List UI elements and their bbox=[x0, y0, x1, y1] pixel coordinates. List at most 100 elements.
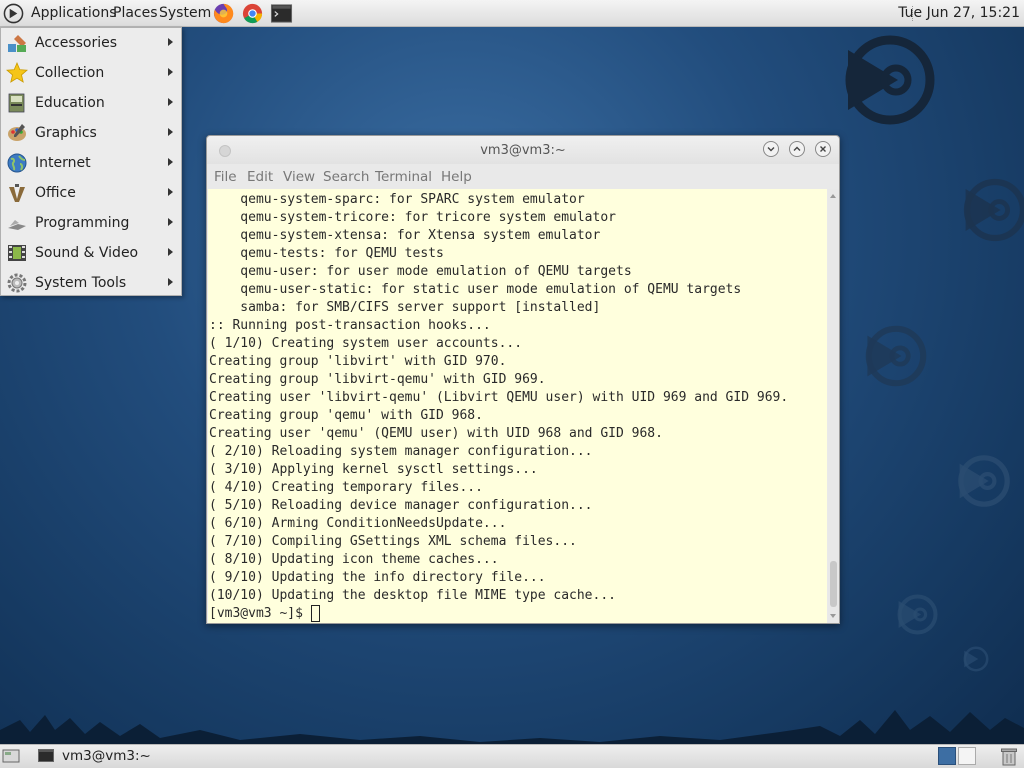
menu-item-label: Sound & Video bbox=[35, 245, 139, 261]
terminal-line: Creating group 'qemu' with GID 968. bbox=[209, 408, 483, 423]
menu-item-label: Internet bbox=[35, 155, 91, 171]
desktop-logo-icon bbox=[897, 594, 938, 635]
workspace-1[interactable] bbox=[938, 747, 956, 765]
terminal-window[interactable]: vm3@vm3:~ File Edit View Search Terminal… bbox=[206, 135, 840, 624]
distro-logo-icon[interactable] bbox=[3, 3, 24, 24]
terminal-line: ( 5/10) Reloading device manager configu… bbox=[209, 498, 593, 513]
terminal-line: ( 8/10) Updating icon theme caches... bbox=[209, 552, 499, 567]
terminal-line: (10/10) Updating the desktop file MIME t… bbox=[209, 588, 616, 603]
desktop-logo-icon bbox=[963, 178, 1024, 242]
taskbar-item-label: vm3@vm3:~ bbox=[62, 748, 151, 764]
menu-help[interactable]: Help bbox=[441, 169, 472, 185]
terminal-line: Creating user 'libvirt-qemu' (Libvirt QE… bbox=[209, 390, 789, 405]
terminal-line: Creating group 'libvirt' with GID 970. bbox=[209, 354, 507, 369]
submenu-arrow-icon bbox=[168, 38, 173, 46]
terminal-line: qemu-system-xtensa: for Xtensa system em… bbox=[209, 228, 601, 243]
terminal-line: Creating group 'libvirt-qemu' with GID 9… bbox=[209, 372, 546, 387]
terminal-line: ( 1/10) Creating system user accounts... bbox=[209, 336, 523, 351]
menu-item-graphics[interactable]: Graphics bbox=[1, 118, 181, 148]
terminal-line: :: Running post-transaction hooks... bbox=[209, 318, 491, 333]
terminal-line: ( 9/10) Updating the info directory file… bbox=[209, 570, 546, 585]
menu-item-collection[interactable]: Collection bbox=[1, 58, 181, 88]
top-panel: Applications Places System Tue Jun 27, 1… bbox=[0, 0, 1024, 27]
office-icon bbox=[9, 184, 25, 202]
menu-item-label: Collection bbox=[35, 65, 105, 81]
minimize-button[interactable] bbox=[763, 141, 779, 157]
taskbar-item-terminal[interactable]: vm3@vm3:~ bbox=[30, 746, 230, 766]
close-button[interactable] bbox=[815, 141, 831, 157]
applications-menu[interactable]: Applications bbox=[31, 5, 117, 22]
menu-item-sound-video[interactable]: Sound & Video bbox=[1, 238, 181, 268]
terminal-line: ( 7/10) Compiling GSettings XML schema f… bbox=[209, 534, 577, 549]
menu-view[interactable]: View bbox=[283, 169, 315, 185]
menu-item-label: System Tools bbox=[35, 275, 127, 291]
terminal-output[interactable]: qemu-system-sparc: for SPARC system emul… bbox=[208, 189, 827, 623]
menu-item-label: Accessories bbox=[35, 35, 118, 51]
desktop-logo-icon bbox=[963, 646, 989, 672]
accessories-icon bbox=[8, 35, 26, 52]
submenu-arrow-icon bbox=[168, 248, 173, 256]
close-icon bbox=[820, 146, 826, 152]
menu-item-label: Office bbox=[35, 185, 76, 201]
terminal-menubar: File Edit View Search Terminal Help bbox=[207, 164, 839, 189]
menu-file[interactable]: File bbox=[214, 169, 237, 185]
menu-item-office[interactable]: Office bbox=[1, 178, 181, 208]
submenu-arrow-icon bbox=[168, 188, 173, 196]
trash-icon[interactable] bbox=[1000, 747, 1018, 766]
chevron-down-icon bbox=[767, 147, 775, 152]
submenu-arrow-icon bbox=[168, 278, 173, 286]
sound-video-icon bbox=[8, 245, 26, 261]
firefox-icon[interactable] bbox=[212, 2, 235, 25]
submenu-arrow-icon bbox=[168, 68, 173, 76]
menu-item-internet[interactable]: Internet bbox=[1, 148, 181, 178]
gear-icon bbox=[7, 273, 27, 293]
grass-silhouette bbox=[0, 710, 1024, 744]
menu-search[interactable]: Search bbox=[323, 169, 369, 185]
window-titlebar[interactable]: vm3@vm3:~ bbox=[207, 136, 839, 164]
menu-item-programming[interactable]: Programming bbox=[1, 208, 181, 238]
menu-edit[interactable]: Edit bbox=[247, 169, 273, 185]
window-title: vm3@vm3:~ bbox=[480, 143, 566, 158]
terminal-scrollbar[interactable] bbox=[828, 189, 839, 623]
scroll-down-icon[interactable] bbox=[830, 614, 836, 618]
submenu-arrow-icon bbox=[168, 98, 173, 106]
terminal-icon[interactable] bbox=[270, 2, 293, 25]
terminal-line: qemu-system-sparc: for SPARC system emul… bbox=[209, 192, 585, 207]
scrollbar-thumb[interactable] bbox=[830, 561, 837, 607]
submenu-arrow-icon bbox=[168, 128, 173, 136]
education-icon bbox=[8, 93, 25, 113]
terminal-cursor bbox=[311, 605, 320, 622]
chrome-icon[interactable] bbox=[241, 2, 264, 25]
menu-item-label: Programming bbox=[35, 215, 130, 231]
terminal-line: ( 3/10) Applying kernel sysctl settings.… bbox=[209, 462, 538, 477]
workspace-2[interactable] bbox=[958, 747, 976, 765]
terminal-line: qemu-system-tricore: for tricore system … bbox=[209, 210, 616, 225]
star-icon bbox=[6, 62, 28, 83]
menu-item-label: Education bbox=[35, 95, 105, 111]
menu-item-system-tools[interactable]: System Tools bbox=[1, 268, 181, 298]
menu-item-accessories[interactable]: Accessories bbox=[1, 28, 181, 58]
chevron-up-icon bbox=[793, 146, 801, 151]
terminal-line: Creating user 'qemu' (QEMU user) with UI… bbox=[209, 426, 663, 441]
terminal-line: ( 2/10) Reloading system manager configu… bbox=[209, 444, 593, 459]
terminal-line: samba: for SMB/CIFS server support [inst… bbox=[209, 300, 601, 315]
graphics-icon bbox=[8, 124, 26, 141]
clock[interactable]: Tue Jun 27, 15:21 bbox=[898, 5, 1020, 21]
menu-item-education[interactable]: Education bbox=[1, 88, 181, 118]
terminal-line: qemu-user-static: for static user mode e… bbox=[209, 282, 742, 297]
menu-item-label: Graphics bbox=[35, 125, 97, 141]
terminal-icon bbox=[38, 749, 54, 762]
terminal-prompt: [vm3@vm3 ~]$ bbox=[209, 606, 311, 621]
programming-icon bbox=[8, 220, 26, 230]
system-menu[interactable]: System bbox=[159, 5, 211, 22]
terminal-line: ( 6/10) Arming ConditionNeedsUpdate... bbox=[209, 516, 507, 531]
applications-dropdown: Accessories Collection Education Graphic… bbox=[0, 27, 182, 296]
desktop-logo-icon bbox=[958, 455, 1010, 507]
menu-terminal[interactable]: Terminal bbox=[375, 169, 432, 185]
places-menu[interactable]: Places bbox=[113, 5, 158, 22]
desktop-logo-icon bbox=[845, 35, 935, 125]
maximize-button[interactable] bbox=[789, 141, 805, 157]
show-desktop-icon[interactable] bbox=[2, 748, 20, 764]
desktop-logo-icon bbox=[865, 325, 927, 387]
scroll-up-icon[interactable] bbox=[830, 194, 836, 198]
